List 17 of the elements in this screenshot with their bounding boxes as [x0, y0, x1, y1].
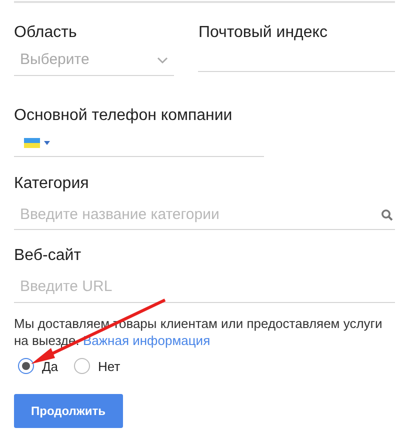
category-search-field[interactable]: Введите название категории: [14, 202, 395, 230]
radio-button[interactable]: [18, 358, 34, 374]
website-field[interactable]: Введите URL: [14, 274, 395, 302]
field-label: Категория: [14, 174, 90, 194]
radio-button[interactable]: [74, 358, 90, 374]
search-icon: [381, 208, 393, 220]
radio-label[interactable]: Нет: [98, 356, 120, 376]
chevron-icon: [157, 56, 168, 64]
field-label: Почтовый индекс: [198, 23, 328, 43]
field-label: Основной телефон компании: [14, 106, 234, 126]
caret-icon: [44, 140, 50, 144]
region-select[interactable]: Выберите: [14, 47, 174, 76]
radio-label[interactable]: Да: [42, 356, 58, 376]
field-label: Область: [14, 23, 78, 43]
flag-icon: [24, 138, 40, 148]
field-label: Веб-сайт: [14, 246, 82, 266]
continue-button[interactable]: Продолжить: [14, 394, 123, 428]
